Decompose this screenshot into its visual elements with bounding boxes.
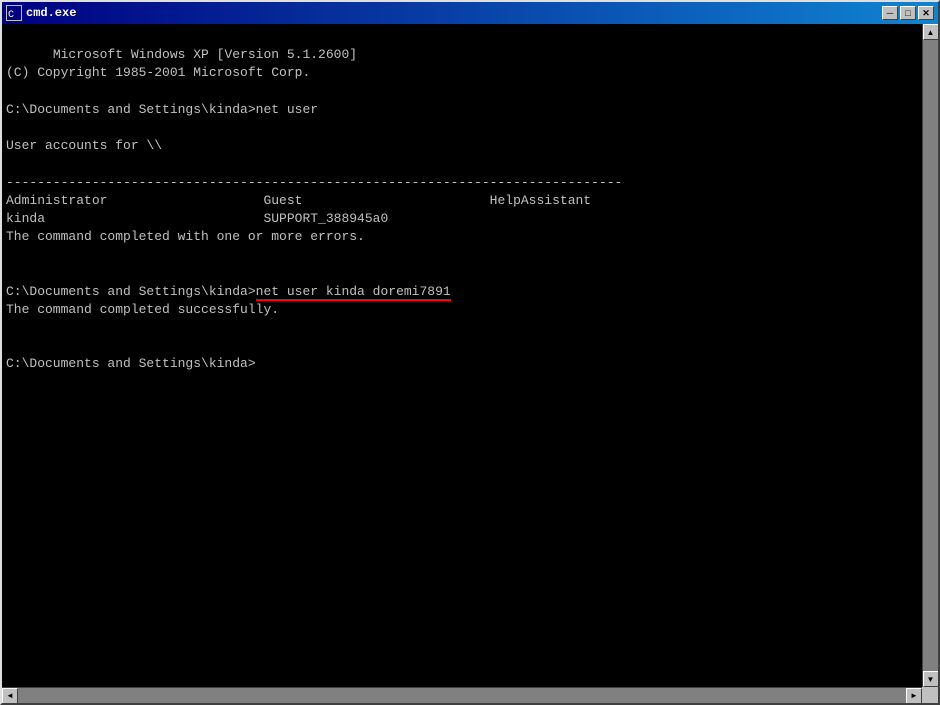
underlined-command: net user kinda doremi7891 bbox=[256, 284, 451, 301]
scroll-track-vertical[interactable] bbox=[923, 40, 939, 671]
svg-text:C: C bbox=[8, 10, 14, 20]
scroll-right-button[interactable]: ► bbox=[906, 688, 922, 704]
line-final-prompt: C:\Documents and Settings\kinda> bbox=[6, 356, 256, 371]
title-bar: C cmd.exe ─ □ ✕ bbox=[2, 2, 938, 24]
scrollbar-vertical[interactable]: ▲ ▼ bbox=[922, 24, 938, 687]
scroll-corner bbox=[922, 687, 938, 703]
line-accounts-row1: Administrator Guest HelpAssistant bbox=[6, 193, 591, 208]
window-title: cmd.exe bbox=[26, 6, 76, 20]
line-user-accounts-header: User accounts for \\ bbox=[6, 138, 162, 153]
terminal-body[interactable]: Microsoft Windows XP [Version 5.1.2600] … bbox=[2, 24, 938, 703]
line-success-msg: The command completed successfully. bbox=[6, 302, 279, 317]
terminal-output: Microsoft Windows XP [Version 5.1.2600] … bbox=[6, 28, 934, 392]
cmd-icon: C bbox=[6, 5, 22, 21]
line-winxp-version: Microsoft Windows XP [Version 5.1.2600] bbox=[53, 47, 357, 62]
line-prompt-netuser: C:\Documents and Settings\kinda>net user bbox=[6, 102, 318, 117]
maximize-button[interactable]: □ bbox=[900, 6, 916, 20]
scroll-left-button[interactable]: ◄ bbox=[2, 688, 18, 704]
line-prompt-net-user-kinda: C:\Documents and Settings\kinda>net user… bbox=[6, 284, 451, 301]
scroll-track-horizontal[interactable] bbox=[18, 688, 906, 704]
minimize-button[interactable]: ─ bbox=[882, 6, 898, 20]
line-copyright: (C) Copyright 1985-2001 Microsoft Corp. bbox=[6, 65, 310, 80]
line-accounts-row2: kinda SUPPORT_388945a0 bbox=[6, 211, 388, 226]
line-separator: ----------------------------------------… bbox=[6, 175, 622, 190]
cmd-window: C cmd.exe ─ □ ✕ Microsoft Windows XP [Ve… bbox=[0, 0, 940, 705]
line-errors-msg: The command completed with one or more e… bbox=[6, 229, 365, 244]
scroll-up-button[interactable]: ▲ bbox=[923, 24, 939, 40]
close-button[interactable]: ✕ bbox=[918, 6, 934, 20]
scrollbar-horizontal[interactable]: ◄ ► bbox=[2, 687, 922, 703]
scroll-down-button[interactable]: ▼ bbox=[923, 671, 939, 687]
title-bar-buttons: ─ □ ✕ bbox=[882, 6, 934, 20]
title-bar-left: C cmd.exe bbox=[6, 5, 76, 21]
